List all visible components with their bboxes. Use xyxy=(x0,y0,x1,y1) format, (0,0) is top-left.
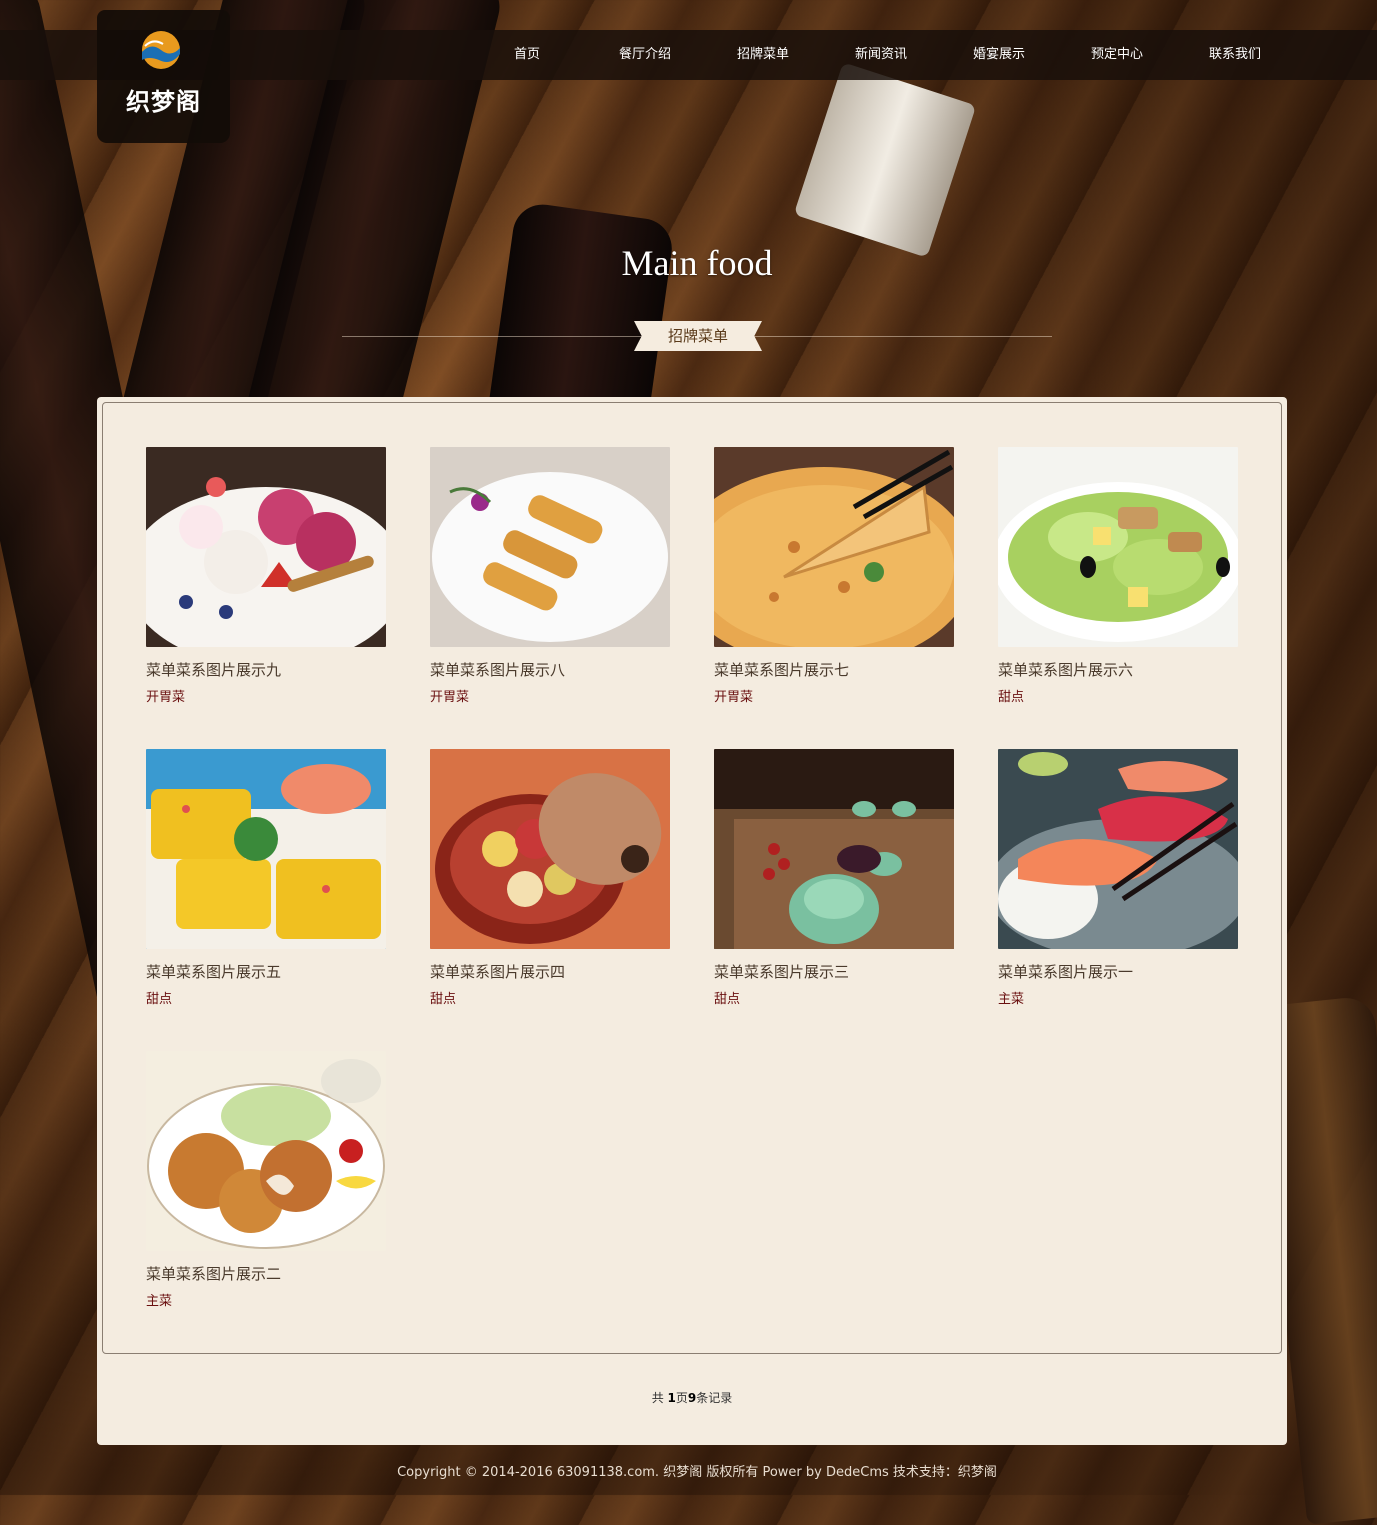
menu-item-category: 甜点 xyxy=(714,992,741,1007)
menu-item-title[interactable]: 菜单菜系图片展示五 xyxy=(146,961,386,982)
site-logo[interactable]: 织梦阁 xyxy=(97,10,230,143)
menu-item-title[interactable]: 菜单菜系图片展示四 xyxy=(430,961,670,982)
menu-item-category: 开胃菜 xyxy=(714,690,754,705)
nav-item-news[interactable]: 新闻资讯 xyxy=(822,30,940,80)
menu-item[interactable]: 菜单菜系图片展示四 甜点 xyxy=(430,749,670,1007)
pager-pages: 1 xyxy=(667,1391,676,1405)
nav-item-menu[interactable]: 招牌菜单 xyxy=(704,30,822,80)
content-panel: 菜单菜系图片展示九 开胃菜 菜单菜系图片展示八 开胃菜 菜单菜系图片展示七 开胃… xyxy=(97,397,1287,1445)
ice-cream-dessert-image[interactable] xyxy=(146,447,386,647)
menu-grid: 菜单菜系图片展示九 开胃菜 菜单菜系图片展示八 开胃菜 菜单菜系图片展示七 开胃… xyxy=(102,402,1282,1354)
pager-mid: 页 xyxy=(675,1391,688,1405)
menu-item[interactable]: 菜单菜系图片展示二 主菜 xyxy=(146,1051,386,1309)
menu-item-title[interactable]: 菜单菜系图片展示二 xyxy=(146,1263,386,1284)
menu-item-category: 开胃菜 xyxy=(146,690,186,705)
pager-suffix: 条记录 xyxy=(696,1391,733,1405)
menu-item[interactable]: 菜单菜系图片展示七 开胃菜 xyxy=(714,447,954,705)
menu-item-title[interactable]: 菜单菜系图片展示八 xyxy=(430,659,670,680)
menu-item-category: 甜点 xyxy=(430,992,457,1007)
menu-item-category: 甜点 xyxy=(146,992,173,1007)
pagination-summary: 共 1页9条记录 xyxy=(97,1389,1287,1406)
menu-item-title[interactable]: 菜单菜系图片展示一 xyxy=(998,961,1238,982)
menu-item[interactable]: 菜单菜系图片展示五 甜点 xyxy=(146,749,386,1007)
footer-copyright: Copyright © 2014-2016 63091138.com. 织梦阁 … xyxy=(397,1465,997,1480)
section-label: 招牌菜单 xyxy=(634,321,762,351)
nav-item-wedding[interactable]: 婚宴展示 xyxy=(940,30,1058,80)
menu-item[interactable]: 菜单菜系图片展示八 开胃菜 xyxy=(430,447,670,705)
menu-item-title[interactable]: 菜单菜系图片展示六 xyxy=(998,659,1238,680)
logo-icon xyxy=(142,31,180,69)
pastry-bowl-image[interactable] xyxy=(430,749,670,949)
menu-item-title[interactable]: 菜单菜系图片展示九 xyxy=(146,659,386,680)
menu-item-category: 主菜 xyxy=(146,1294,173,1309)
background-bottle-cap xyxy=(793,62,977,258)
spring-rolls-image[interactable] xyxy=(430,447,670,647)
nav-item-about[interactable]: 餐厅介绍 xyxy=(586,30,704,80)
salad-image[interactable] xyxy=(998,447,1238,647)
page-title: Main food xyxy=(621,243,773,283)
menu-item-title[interactable]: 菜单菜系图片展示七 xyxy=(714,659,954,680)
menu-item-category: 开胃菜 xyxy=(430,690,470,705)
fried-cutlets-image[interactable] xyxy=(146,1051,386,1251)
nav-item-home[interactable]: 首页 xyxy=(468,30,586,80)
main-nav: 首页 餐厅介绍 招牌菜单 新闻资讯 婚宴展示 预定中心 联系我们 xyxy=(468,30,1294,80)
corn-cakes-image[interactable] xyxy=(146,749,386,949)
menu-item[interactable]: 菜单菜系图片展示九 开胃菜 xyxy=(146,447,386,705)
nav-item-booking[interactable]: 预定中心 xyxy=(1058,30,1176,80)
pizza-image[interactable] xyxy=(714,447,954,647)
menu-item-title[interactable]: 菜单菜系图片展示三 xyxy=(714,961,954,982)
menu-item-category: 主菜 xyxy=(998,992,1025,1007)
tea-set-image[interactable] xyxy=(714,749,954,949)
nav-item-contact[interactable]: 联系我们 xyxy=(1176,30,1294,80)
menu-item[interactable]: 菜单菜系图片展示一 主菜 xyxy=(998,749,1238,1007)
pager-prefix: 共 xyxy=(651,1391,668,1405)
menu-item-category: 甜点 xyxy=(998,690,1025,705)
logo-text: 织梦阁 xyxy=(126,88,201,116)
pager-records: 9 xyxy=(687,1391,697,1405)
menu-item[interactable]: 菜单菜系图片展示三 甜点 xyxy=(714,749,954,1007)
menu-item[interactable]: 菜单菜系图片展示六 甜点 xyxy=(998,447,1238,705)
sushi-image[interactable] xyxy=(998,749,1238,949)
